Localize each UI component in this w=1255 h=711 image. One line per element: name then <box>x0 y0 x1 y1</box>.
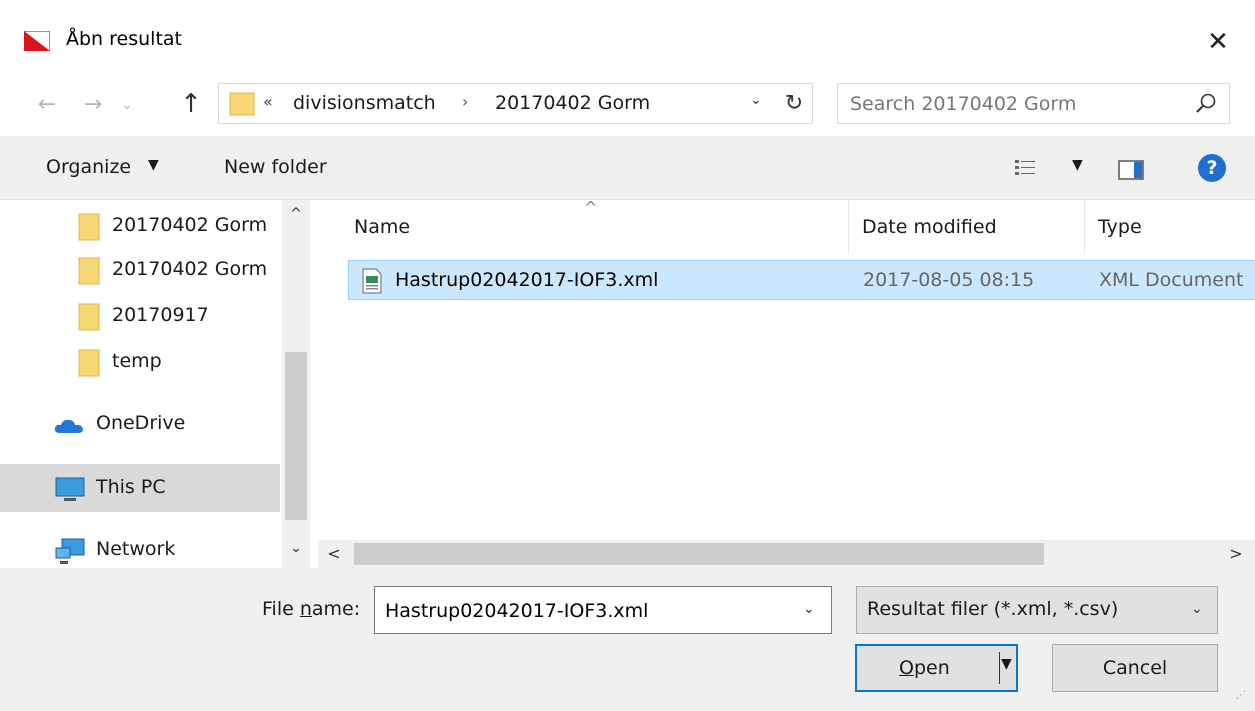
tree-item-label: This PC <box>96 476 166 498</box>
navigation-scrollbar[interactable]: ^ ⌄ <box>282 200 310 568</box>
column-header-date-modified[interactable]: Date modified <box>862 216 997 238</box>
sort-ascending-icon: ^ <box>584 200 598 217</box>
folder-icon <box>78 349 100 377</box>
tree-item-onedrive[interactable]: OneDrive <box>0 400 280 448</box>
file-name: Hastrup02042017-IOF3.xml <box>395 269 659 291</box>
cancel-button[interactable]: Cancel <box>1052 644 1218 692</box>
preview-pane-icon[interactable] <box>1118 160 1144 180</box>
tree-item-label: OneDrive <box>96 412 186 434</box>
organize-button[interactable]: Organize <box>46 156 131 178</box>
open-dropdown-icon[interactable]: ▼ <box>1001 656 1012 672</box>
close-icon: ✕ <box>1207 27 1229 57</box>
search-input[interactable] <box>850 91 1170 117</box>
label-text: pen <box>913 657 950 679</box>
title-bar <box>0 0 1255 82</box>
scroll-left-icon[interactable]: < <box>322 540 346 568</box>
address-bar[interactable]: « divisionsmatch › 20170402 Gorm ⌄ ↻ <box>218 83 813 124</box>
forward-button[interactable]: → <box>76 88 110 122</box>
folder-icon <box>229 92 255 116</box>
breadcrumb-current-folder[interactable]: 20170402 Gorm <box>495 92 650 114</box>
folder-icon <box>78 213 100 241</box>
label-accelerator: n <box>299 598 312 620</box>
horizontal-scrollbar[interactable]: < > <box>318 540 1255 568</box>
address-dropdown-icon[interactable]: ⌄ <box>750 92 762 108</box>
resize-grip-icon[interactable]: ⋰ <box>1236 690 1246 701</box>
tree-item-folder[interactable]: 20170402 Gorm <box>0 246 280 294</box>
tree-item-folder[interactable]: 20170402 Gorm <box>0 202 280 250</box>
folder-icon <box>78 303 100 331</box>
onedrive-icon <box>54 419 83 433</box>
scroll-thumb[interactable] <box>285 352 307 520</box>
open-button[interactable]: Open ▼ <box>855 644 1018 692</box>
window-title: Åbn resultat <box>66 28 182 50</box>
breadcrumb-separator[interactable]: › <box>462 92 468 111</box>
file-name-input[interactable] <box>385 598 785 624</box>
file-date-modified: 2017-08-05 08:15 <box>863 269 1035 291</box>
column-divider[interactable] <box>848 200 849 254</box>
tree-item-this-pc[interactable]: This PC <box>0 464 280 512</box>
file-row[interactable]: Hastrup02042017-IOF3.xml 2017-08-05 08:1… <box>348 260 1255 300</box>
dialog-footer: File name: ⌄ Resultat filer (*.xml, *.cs… <box>0 568 1255 711</box>
label-text: ame: <box>311 598 361 620</box>
new-folder-button[interactable]: New folder <box>224 156 327 178</box>
file-name-combobox[interactable]: ⌄ <box>374 586 832 634</box>
command-toolbar: Organize ▼ New folder ▼ ? <box>0 136 1255 200</box>
folder-icon <box>78 257 100 285</box>
chevron-down-icon[interactable]: ⌄ <box>1191 601 1203 617</box>
column-header-type[interactable]: Type <box>1098 216 1142 238</box>
scroll-down-icon[interactable]: ⌄ <box>282 540 310 556</box>
organize-dropdown-icon[interactable]: ▼ <box>148 157 159 173</box>
file-name-label: File name: <box>262 598 360 620</box>
search-icon[interactable] <box>1194 91 1218 117</box>
tree-item-label: temp <box>112 350 162 372</box>
refresh-icon[interactable]: ↻ <box>779 87 809 121</box>
tree-item-label: Network <box>96 538 176 560</box>
file-type-value: Resultat filer (*.xml, *.csv) <box>867 598 1119 620</box>
tree-item-label: 20170402 Gorm <box>112 258 268 280</box>
tree-item-network[interactable]: Network <box>0 526 280 574</box>
navigation-pane: 20170402 Gorm 20170402 Gorm 20170917 tem… <box>0 200 318 568</box>
address-overflow[interactable]: « <box>263 92 273 111</box>
label-text: File <box>262 598 300 620</box>
breadcrumb-divisionsmatch[interactable]: divisionsmatch <box>293 92 436 114</box>
open-label: Open <box>899 657 950 679</box>
recent-locations-button[interactable]: ⌄ <box>117 88 137 122</box>
close-button[interactable]: ✕ <box>1198 22 1238 62</box>
help-icon[interactable]: ? <box>1198 154 1226 182</box>
scroll-right-icon[interactable]: > <box>1224 540 1248 568</box>
tree-item-label: 20170917 <box>112 304 209 326</box>
up-button[interactable]: ↑ <box>176 86 206 122</box>
search-box[interactable] <box>837 83 1230 124</box>
column-divider[interactable] <box>1084 200 1085 254</box>
xml-file-icon <box>362 268 382 294</box>
column-header-name[interactable]: Name <box>354 216 410 238</box>
chevron-down-icon[interactable]: ⌄ <box>803 601 815 617</box>
scroll-thumb[interactable] <box>354 543 1044 565</box>
tree-item-folder[interactable]: 20170917 <box>0 292 280 340</box>
network-icon <box>55 538 85 564</box>
scroll-up-icon[interactable]: ^ <box>282 206 310 222</box>
back-button[interactable]: ← <box>30 88 64 122</box>
view-dropdown-icon[interactable]: ▼ <box>1072 157 1083 173</box>
this-pc-icon <box>55 477 85 501</box>
app-icon <box>24 31 50 51</box>
file-type-select[interactable]: Resultat filer (*.xml, *.csv) ⌄ <box>856 586 1218 634</box>
file-type: XML Document <box>1099 269 1244 291</box>
view-options-icon[interactable] <box>1014 158 1036 180</box>
file-list: ^ Name Date modified Type Hastrup0204201… <box>318 200 1255 540</box>
split-divider <box>999 652 1000 684</box>
tree-item-label: 20170402 Gorm <box>112 214 268 236</box>
tree-item-folder[interactable]: temp <box>0 338 280 386</box>
label-accelerator: O <box>899 657 914 679</box>
